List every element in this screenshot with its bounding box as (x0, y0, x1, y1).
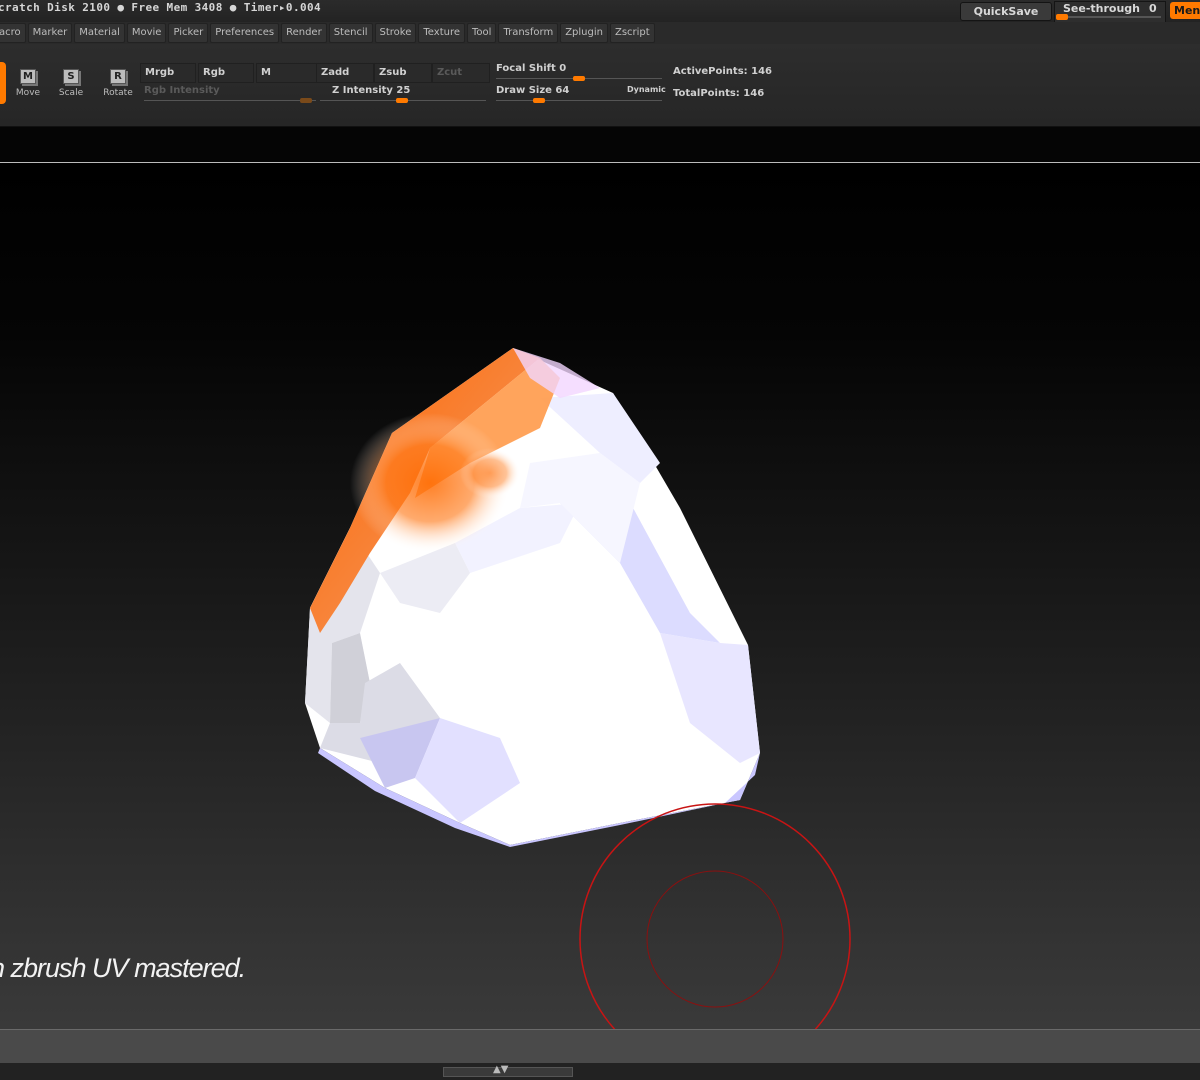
bottom-strip (0, 1063, 1200, 1080)
menu-item-picker[interactable]: Picker (168, 23, 209, 43)
draw-size-label: Draw Size 64 (496, 85, 570, 96)
draw-tool-button[interactable] (0, 62, 6, 104)
see-through-value: 0 (1149, 2, 1157, 15)
focal-shift-knob[interactable] (573, 76, 585, 81)
status-bar: cratch Disk 2100 ● Free Mem 3408 ● Timer… (0, 0, 1200, 23)
total-points-readout: TotalPoints: 146 (673, 88, 765, 99)
bottom-tray (0, 1029, 1200, 1064)
see-through-track (1057, 16, 1161, 18)
z-intensity-knob[interactable] (396, 98, 408, 103)
scale-icon: S (63, 69, 79, 84)
brush-inner-circle (646, 870, 784, 1008)
menu-item-texture[interactable]: Texture (418, 23, 465, 43)
quicksave-button[interactable]: QuickSave (960, 2, 1052, 21)
rgb-intensity-knob[interactable] (300, 98, 312, 103)
see-through-slider[interactable]: See-through 0 (1054, 1, 1166, 23)
draw-size-knob[interactable] (533, 98, 545, 103)
menu-item-zscript[interactable]: Zscript (609, 23, 655, 43)
menu-item-marker[interactable]: Marker (27, 23, 73, 43)
see-through-label: See-through (1063, 2, 1141, 15)
scale-label: Scale (58, 88, 84, 98)
menu-item-stroke[interactable]: Stroke (374, 23, 417, 43)
move-label: Move (15, 88, 41, 98)
menus-button[interactable]: Menus (1170, 2, 1200, 19)
zsub-button[interactable]: Zsub (374, 63, 432, 83)
caption-overlay: n zbrush UV mastered. (0, 953, 246, 983)
menu-item-render[interactable]: Render (281, 23, 327, 43)
menu-item-zplugin[interactable]: Zplugin (560, 23, 608, 43)
rotate-label: Rotate (103, 88, 133, 98)
mesh-paint-glow (460, 448, 520, 498)
collapse-arrows-icon: ▲▼ (493, 1064, 509, 1075)
focal-shift-label: Focal Shift 0 (496, 63, 567, 74)
rgb-intensity-label: Rgb Intensity (144, 85, 220, 96)
rgb-button[interactable]: Rgb (198, 63, 254, 83)
brush-outer-circle (579, 803, 851, 1029)
menu-item-acro[interactable]: acro (0, 23, 26, 43)
document-canvas[interactable]: n zbrush UV mastered. (0, 163, 1200, 1029)
z-intensity-label: Z Intensity 25 (332, 85, 411, 96)
menu-item-tool[interactable]: Tool (467, 23, 497, 43)
move-icon: M (20, 69, 36, 84)
menu-item-material[interactable]: Material (74, 23, 125, 43)
dynamic-toggle[interactable]: Dynamic (627, 85, 666, 94)
m-button[interactable]: M (256, 63, 318, 83)
draw-size-slider[interactable] (496, 100, 662, 101)
menu-item-transform[interactable]: Transform (498, 23, 559, 43)
zadd-button[interactable]: Zadd (316, 63, 374, 83)
rotate-icon: R (110, 69, 126, 84)
canvas-top-band (0, 127, 1200, 163)
sculpt-mesh[interactable] (0, 163, 1200, 1029)
move-tool-button[interactable]: M Move (10, 69, 46, 103)
zcut-button[interactable]: Zcut (432, 63, 490, 83)
main-menu-bar: acro Marker Material Movie Picker Preferences… (0, 22, 1200, 44)
menu-item-stencil[interactable]: Stencil (328, 23, 373, 43)
rgb-intensity-slider[interactable] (144, 100, 316, 101)
see-through-knob[interactable] (1056, 14, 1068, 20)
active-points-readout: ActivePoints: 146 (673, 66, 773, 77)
menu-item-movie[interactable]: Movie (126, 23, 167, 43)
menu-item-preferences[interactable]: Preferences (210, 23, 280, 43)
mrgb-button[interactable]: Mrgb (140, 63, 196, 83)
scale-tool-button[interactable]: S Scale (53, 69, 89, 103)
status-readout: cratch Disk 2100 ● Free Mem 3408 ● Timer… (0, 1, 322, 14)
menu-items: acro Marker Material Movie Picker Preferences… (0, 23, 655, 43)
rotate-tool-button[interactable]: R Rotate (100, 69, 136, 103)
